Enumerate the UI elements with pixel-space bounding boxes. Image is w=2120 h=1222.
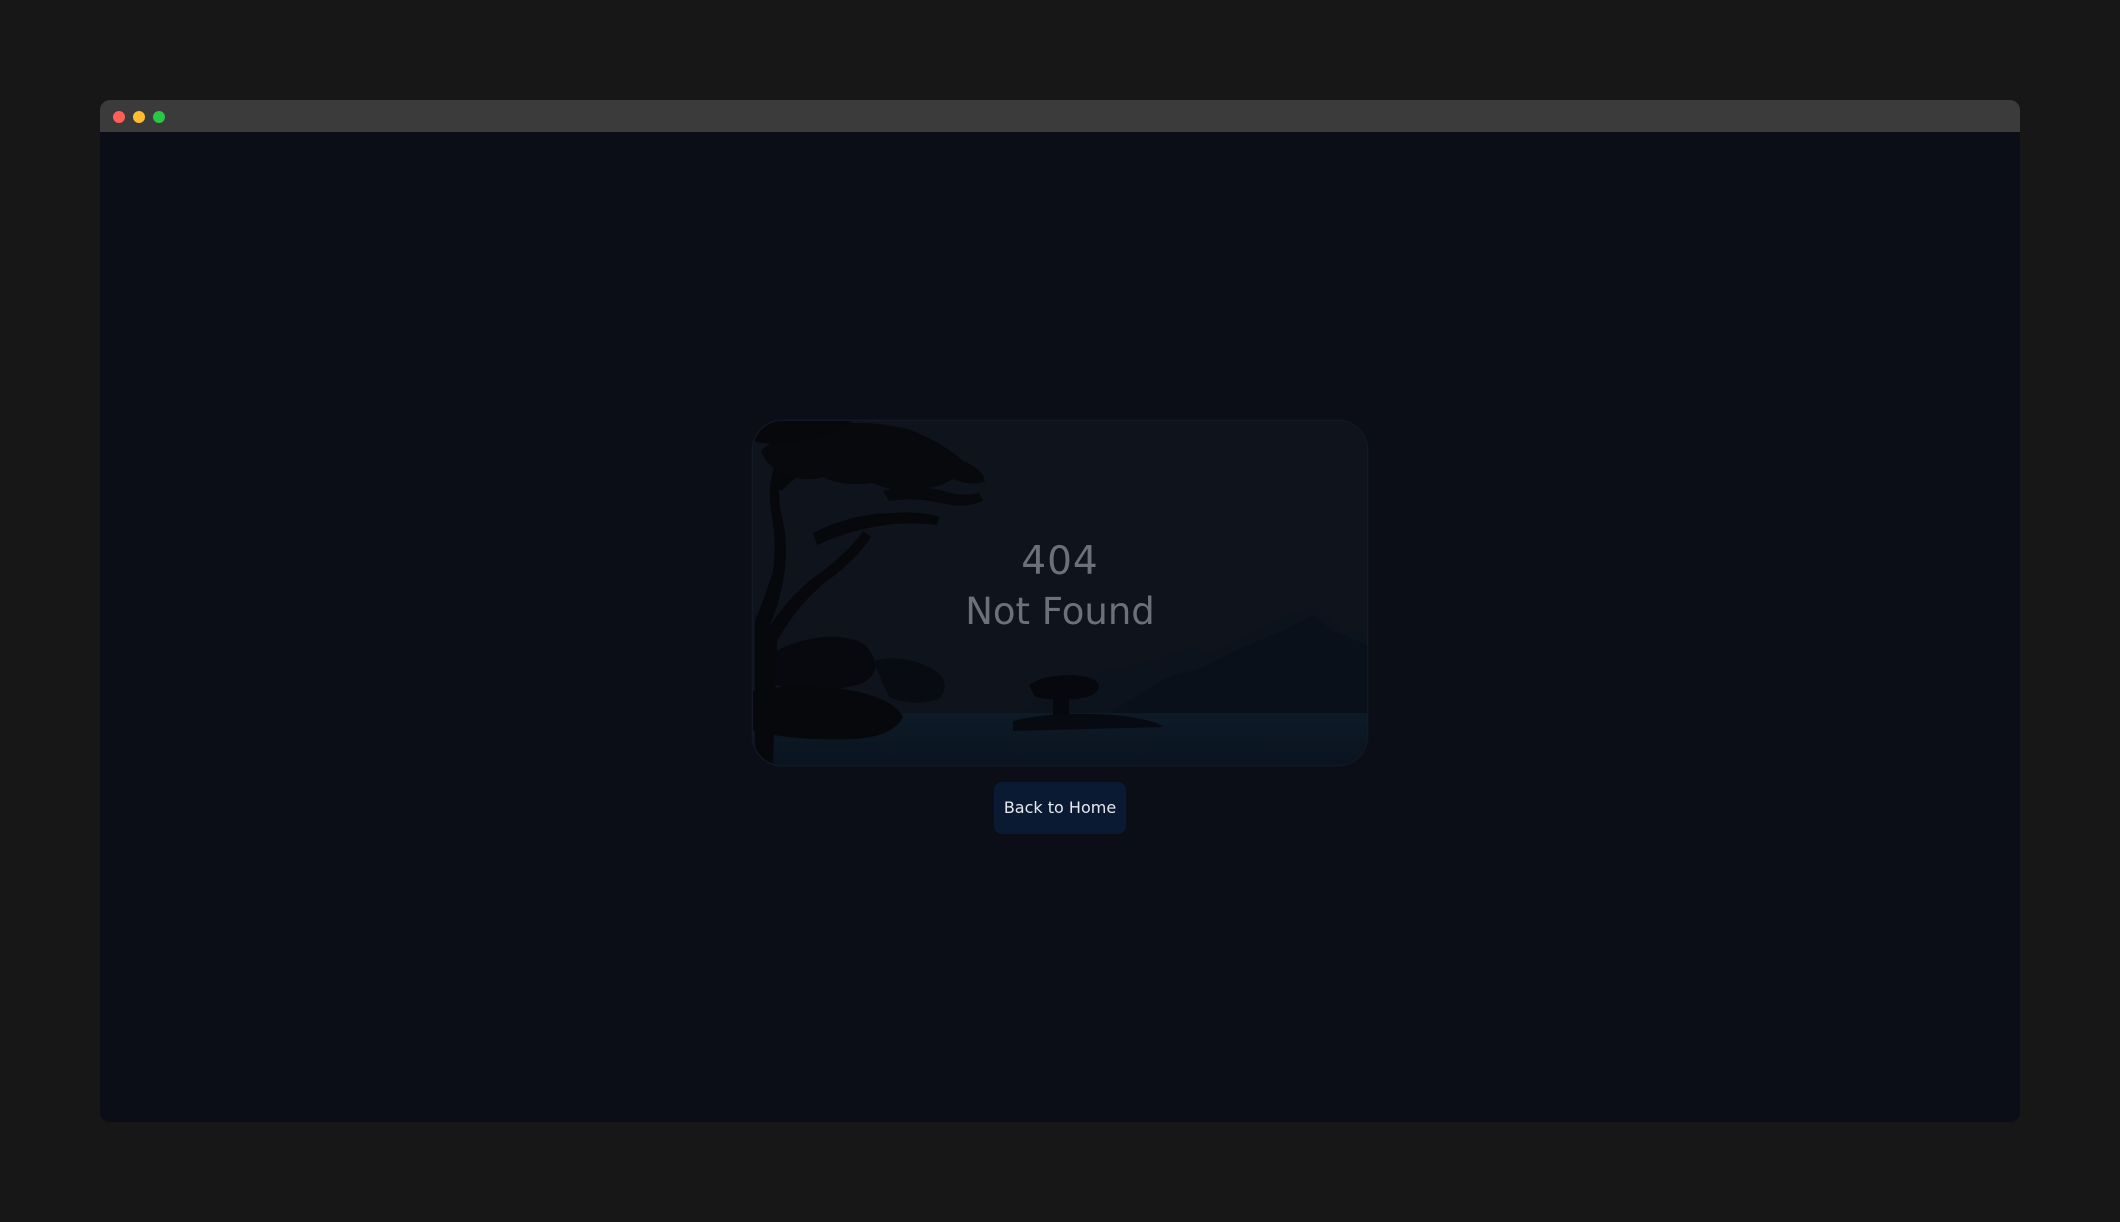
- back-to-home-button[interactable]: Back to Home: [994, 782, 1126, 834]
- error-text-block: 404 Not Found: [753, 539, 1367, 637]
- error-code: 404: [1021, 539, 1099, 584]
- minimize-window-button[interactable]: [133, 111, 145, 123]
- close-window-button[interactable]: [113, 111, 125, 123]
- error-message: Not Found: [965, 590, 1155, 633]
- maximize-window-button[interactable]: [153, 111, 165, 123]
- window-titlebar: [100, 100, 2020, 132]
- device-frame: 404 Not Found Back to Home: [0, 0, 2120, 1222]
- page-content: 404 Not Found Back to Home: [100, 132, 2020, 1122]
- browser-window: 404 Not Found Back to Home: [100, 100, 2020, 1122]
- not-found-card: 404 Not Found: [752, 420, 1368, 766]
